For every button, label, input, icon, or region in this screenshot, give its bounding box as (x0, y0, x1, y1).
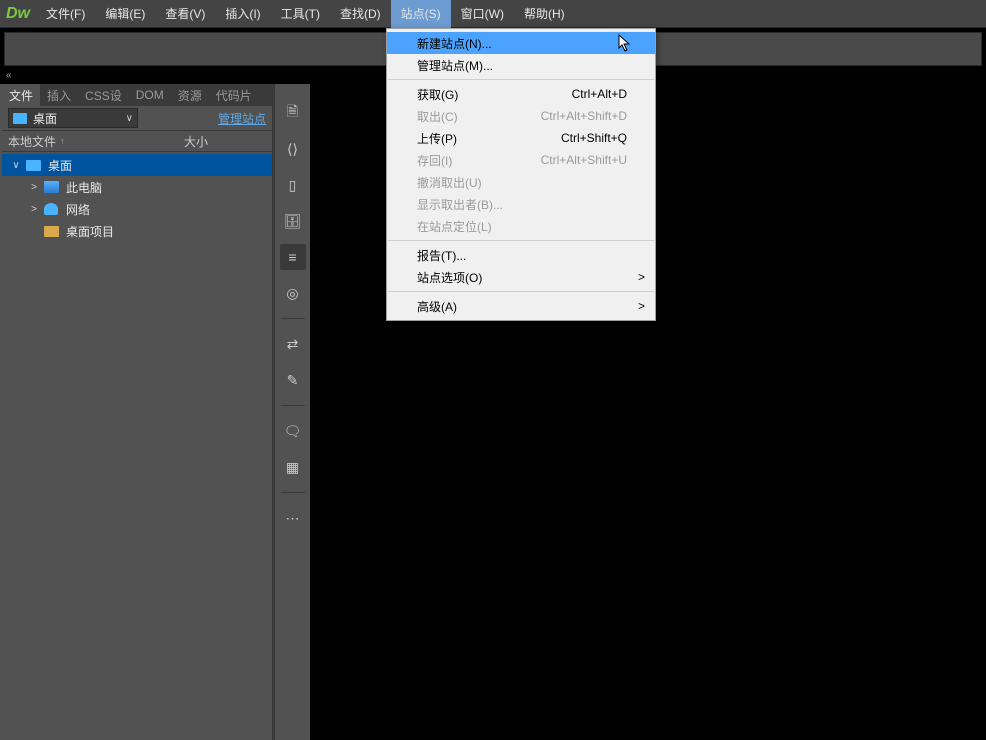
menu-item-label: 高级(A) (417, 298, 457, 315)
menu-item: 在站点定位(L) (387, 215, 655, 237)
menu-item[interactable]: 管理站点(M)... (387, 54, 655, 76)
panel-tabs: 文件插入CSS设DOM资源代码片 ≡ (2, 84, 300, 106)
dots-icon[interactable]: ⋯ (280, 505, 306, 531)
target-icon[interactable]: ◎ (280, 280, 306, 306)
menu-item[interactable]: 高级(A) > (387, 295, 655, 317)
menu-7[interactable]: 窗口(W) (451, 0, 514, 28)
wand-icon[interactable]: ✎ (280, 367, 306, 393)
menu-6[interactable]: 站点(S) (391, 0, 451, 28)
tree-row[interactable]: > 此电脑 (2, 176, 272, 198)
menubar: Dw 文件(F)编辑(E)查看(V)插入(I)工具(T)查找(D)站点(S)窗口… (0, 0, 986, 28)
menu-item[interactable]: 上传(P) Ctrl+Shift+Q (387, 127, 655, 149)
app-logo: Dw (0, 0, 36, 28)
tab-1[interactable]: 插入 (40, 84, 78, 106)
chevron-down-icon: ∨ (126, 113, 133, 124)
pc-icon (42, 180, 60, 194)
lines-icon[interactable]: ≡ (280, 244, 306, 270)
shortcut-text: Ctrl+Alt+Shift+U (541, 153, 627, 167)
menu-item: 存回(I) Ctrl+Alt+Shift+U (387, 149, 655, 171)
db-find-icon[interactable]: 🗄 (280, 208, 306, 234)
tree-row[interactable]: 桌面项目 (2, 220, 272, 242)
menu-item: 撤消取出(U) (387, 171, 655, 193)
menu-item[interactable]: 报告(T)... (387, 244, 655, 266)
sort-indicator-icon: ↑ (60, 136, 65, 146)
menu-item[interactable]: 站点选项(O) > (387, 266, 655, 288)
tree-row[interactable]: > 网络 (2, 198, 272, 220)
location-select[interactable]: 桌面 ∨ (8, 108, 138, 128)
monitor-icon (13, 113, 27, 124)
menu-item: 取出(C) Ctrl+Alt+Shift+D (387, 105, 655, 127)
submenu-arrow-icon: > (638, 270, 645, 284)
menu-item[interactable]: 获取(G) Ctrl+Alt+D (387, 83, 655, 105)
shortcut-text: Ctrl+Shift+Q (561, 131, 627, 145)
tree-label: 网络 (66, 201, 90, 218)
menu-item-label: 管理站点(M)... (417, 57, 493, 74)
brackets-icon[interactable]: ⟨⟩ (280, 136, 306, 162)
site-menu-dropdown: 新建站点(N)... 管理站点(M)... 获取(G) Ctrl+Alt+D 取出(C)… (386, 28, 656, 321)
location-label: 桌面 (33, 110, 57, 127)
submenu-arrow-icon: > (638, 299, 645, 313)
menu-item-label: 撤消取出(U) (417, 174, 482, 191)
vertical-toolbar: 🗎 ⟨⟩ ▯ 🗄 ≡ ◎ ⇄ ✎ 🗨 ▦ ⋯ (274, 84, 310, 740)
menu-2[interactable]: 查看(V) (155, 0, 215, 28)
menu-item-label: 站点选项(O) (417, 269, 482, 286)
menu-8[interactable]: 帮助(H) (514, 0, 575, 28)
menu-item: 显示取出者(B)... (387, 193, 655, 215)
col-local-files[interactable]: 本地文件 (8, 133, 56, 150)
net-icon (42, 202, 60, 216)
dsplit-icon[interactable]: ▯ (280, 172, 306, 198)
collapse-handle-icon[interactable]: « (6, 70, 12, 81)
shortcut-text: Ctrl+Alt+D (572, 87, 627, 101)
tree-label: 此电脑 (66, 179, 102, 196)
connect-icon[interactable]: ⇄ (280, 331, 306, 357)
menu-item-label: 存回(I) (417, 152, 452, 169)
menu-item-label: 新建站点(N)... (417, 35, 492, 52)
expander-icon[interactable]: ∨ (10, 160, 22, 171)
menu-0[interactable]: 文件(F) (36, 0, 95, 28)
menu-item-label: 获取(G) (417, 86, 458, 103)
shortcut-text: Ctrl+Alt+Shift+D (541, 109, 627, 123)
panel-icon[interactable]: ▦ (280, 454, 306, 480)
menu-item-label: 在站点定位(L) (417, 218, 492, 235)
manage-sites-link[interactable]: 管理站点 (218, 110, 266, 127)
files-panel: 桌面 ∨ 管理站点 本地文件 ↑ 大小 ∨ 桌面 > 此电脑 > 网络桌面项目 (2, 106, 272, 244)
expander-icon[interactable]: > (28, 204, 40, 215)
tab-5[interactable]: 代码片 (209, 84, 259, 106)
tree-label: 桌面 (48, 157, 72, 174)
comment-icon[interactable]: 🗨 (280, 418, 306, 444)
menu-item[interactable]: 新建站点(N)... (387, 32, 655, 54)
menu-3[interactable]: 插入(I) (215, 0, 270, 28)
expander-icon[interactable]: > (28, 182, 40, 193)
file-tree: ∨ 桌面 > 此电脑 > 网络桌面项目 (2, 152, 272, 244)
tab-0[interactable]: 文件 (2, 84, 40, 106)
menu-item-label: 取出(C) (417, 108, 458, 125)
menu-5[interactable]: 查找(D) (330, 0, 391, 28)
monitor-icon (24, 158, 42, 172)
menu-4[interactable]: 工具(T) (271, 0, 330, 28)
tree-label: 桌面项目 (66, 223, 114, 240)
tab-2[interactable]: CSS设 (78, 84, 129, 106)
list-header: 本地文件 ↑ 大小 (2, 130, 272, 152)
tab-4[interactable]: 资源 (171, 84, 209, 106)
menu-1[interactable]: 编辑(E) (95, 0, 155, 28)
menu-item-label: 显示取出者(B)... (417, 196, 503, 213)
menu-item-label: 上传(P) (417, 130, 457, 147)
col-size[interactable]: 大小 (184, 133, 272, 150)
doc-icon[interactable]: 🗎 (280, 100, 306, 126)
tab-3[interactable]: DOM (129, 84, 171, 106)
folder-icon (42, 224, 60, 238)
tree-row[interactable]: ∨ 桌面 (2, 154, 272, 176)
menu-item-label: 报告(T)... (417, 247, 466, 264)
